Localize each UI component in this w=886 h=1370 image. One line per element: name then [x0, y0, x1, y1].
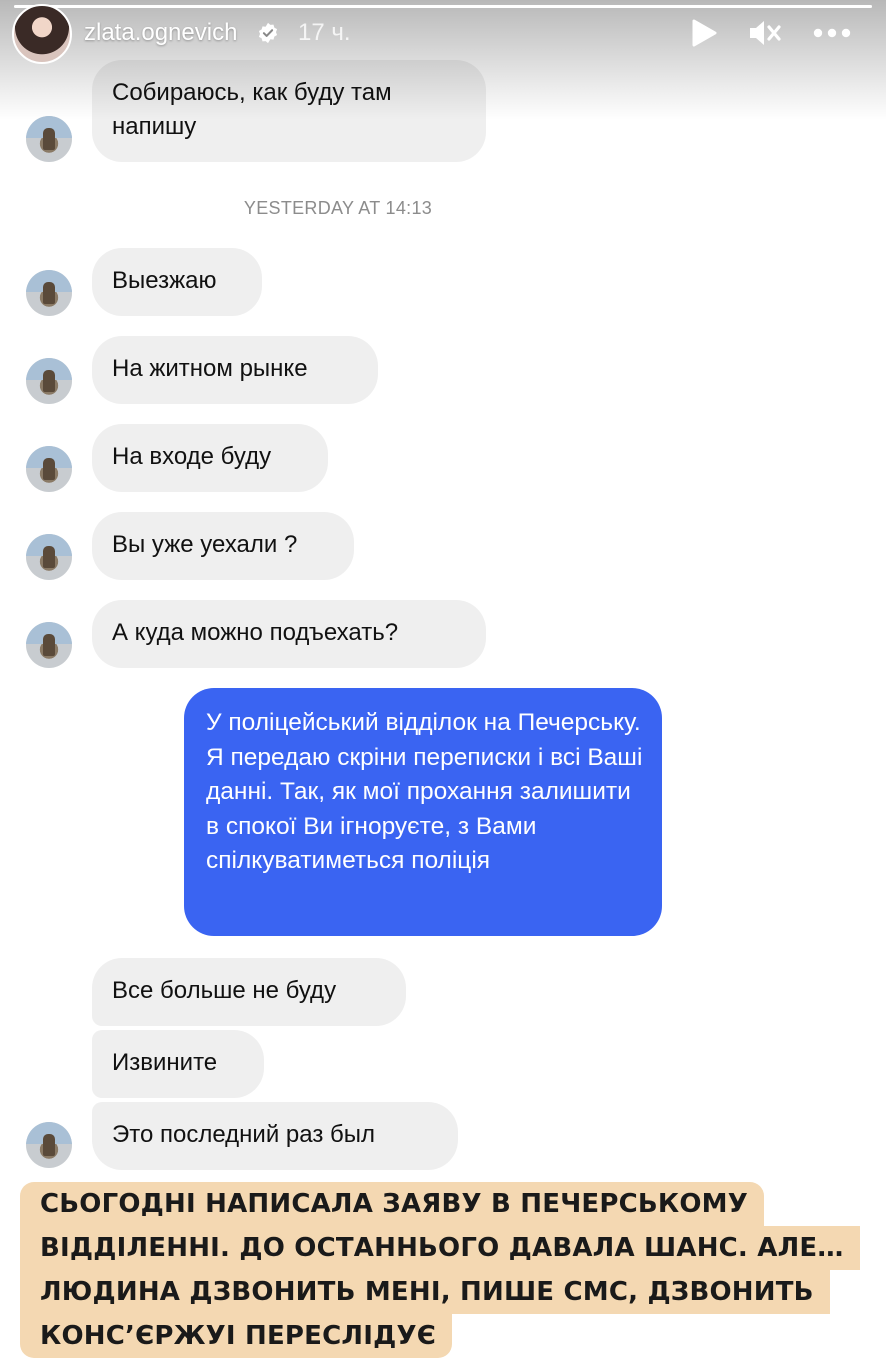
sender-avatar [26, 622, 72, 668]
sender-avatar [26, 270, 72, 316]
incoming-message: Извините [92, 1030, 264, 1098]
username[interactable]: zlata.ognevich [84, 19, 237, 47]
mute-icon[interactable] [748, 18, 782, 48]
story-caption: СЬОГОДНІ НАПИСАЛА ЗАЯВУ В ПЕЧЕРСЬКОМУ ВІ… [20, 1182, 872, 1358]
sender-avatar [26, 534, 72, 580]
sender-avatar [26, 116, 72, 162]
incoming-message: Вы уже уехали ? [92, 512, 354, 580]
caption-line: ВІДДІЛЕННІ. ДО ОСТАННЬОГО ДАВАЛА ШАНС. А… [20, 1226, 860, 1270]
sender-avatar [26, 1122, 72, 1168]
incoming-message: Это последний раз был [92, 1102, 458, 1170]
outgoing-message: У поліцейський відділок на Печерську. Я … [184, 688, 662, 936]
profile-avatar[interactable] [12, 4, 72, 64]
caption-line: СЬОГОДНІ НАПИСАЛА ЗАЯВУ В ПЕЧЕРСЬКОМУ [20, 1182, 765, 1226]
incoming-message: На житном рынке [92, 336, 378, 404]
incoming-message: Собираюсь, как буду там напишу [92, 60, 486, 162]
play-icon[interactable] [690, 18, 718, 48]
incoming-message: А куда можно подъехать? [92, 600, 486, 668]
caption-line: ЛЮДИНА ДЗВОНИТЬ МЕНІ, ПИШЕ СМС, ДЗВОНИТЬ [20, 1270, 830, 1314]
more-icon[interactable] [812, 18, 852, 48]
story-header: zlata.ognevich 17 ч. [0, 0, 886, 70]
chat-screenshot: Собираюсь, как буду там напишу YESTERDAY… [0, 0, 886, 1370]
incoming-message: Все больше не буду [92, 958, 406, 1026]
verified-badge-icon [258, 22, 278, 44]
incoming-message: На входе буду [92, 424, 328, 492]
caption-line: КОНС’ЄРЖУІ ПЕРЕСЛІДУЄ [20, 1314, 452, 1358]
story-progress-bar [14, 5, 872, 8]
sender-avatar [26, 446, 72, 492]
story-progress-fill [14, 5, 872, 8]
story-time: 17 ч. [298, 19, 351, 46]
sender-avatar [26, 358, 72, 404]
chat-timestamp: YESTERDAY AT 14:13 [243, 198, 433, 218]
incoming-message: Выезжаю [92, 248, 262, 316]
